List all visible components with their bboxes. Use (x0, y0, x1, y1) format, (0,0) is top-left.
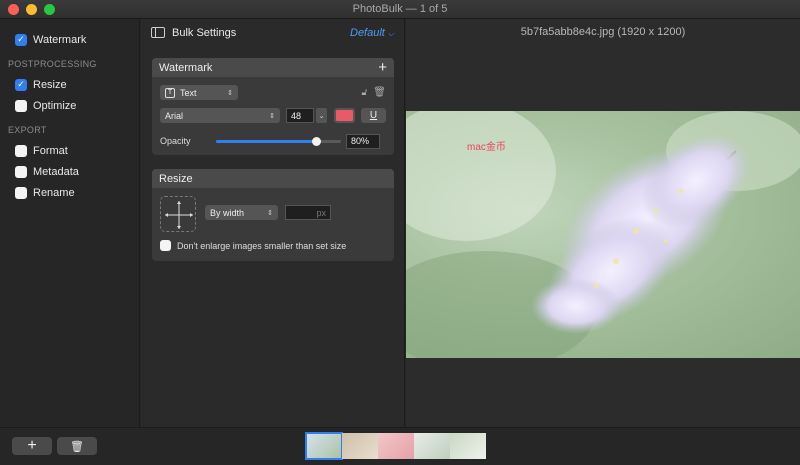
unlock-icon[interactable]: 🔓︎ (361, 87, 367, 98)
chevron-down-icon: ⌵ (387, 28, 394, 38)
dont-enlarge-checkbox[interactable] (160, 240, 171, 251)
resize-panel-title: Resize (159, 172, 193, 185)
sidebar-item-label: Resize (33, 78, 67, 91)
plus-icon: + (27, 437, 37, 454)
thumbnail[interactable] (342, 433, 378, 459)
font-size-dropdown[interactable]: ⌄ (316, 108, 327, 123)
format-checkbox[interactable] (15, 144, 27, 157)
preview-image[interactable]: mac金币 (406, 111, 800, 358)
resize-mode-select[interactable]: By width ⇕ (205, 205, 278, 220)
underline-button[interactable]: U (361, 108, 386, 123)
sidebar: ✓ Watermark POSTPROCESSING ✓ Resize Opti… (0, 19, 140, 427)
remove-images-button[interactable]: 🗑︎ (57, 437, 97, 455)
photobulk-window: PhotoBulk — 1 of 5 ✓ Watermark POSTPROCE… (0, 0, 800, 465)
preset-dropdown[interactable]: Default ⌵ (350, 27, 394, 39)
thumbnail[interactable] (450, 433, 486, 459)
flower-photo (406, 111, 800, 358)
rename-checkbox[interactable] (15, 186, 27, 199)
window-title: PhotoBulk — 1 of 5 (352, 3, 448, 15)
add-watermark-button[interactable]: + (378, 60, 387, 75)
color-picker[interactable] (334, 108, 355, 123)
watermark-type-value: Text (180, 87, 197, 98)
opacity-slider-knob[interactable] (311, 137, 321, 146)
font-value: Arial (165, 110, 184, 121)
thumbnail-strip (305, 432, 486, 460)
window-controls (8, 4, 55, 15)
watermark-text-preview[interactable]: mac金币 (467, 138, 506, 153)
opacity-value[interactable]: 80% (346, 133, 380, 149)
watermark-panel-header: Watermark + (152, 58, 394, 77)
resize-arrows-icon (160, 196, 196, 232)
sidebar-item-metadata[interactable]: Metadata (0, 161, 139, 182)
preview-filename: 5b7fa5abb8e4c.jpg (1920 x 1200) (520, 26, 686, 38)
resize-panel: Resize By width ⇕ px Don't enlarge image… (152, 169, 394, 261)
watermark-panel-title: Watermark (159, 61, 213, 74)
opacity-slider-fill (216, 140, 316, 143)
optimize-checkbox[interactable] (15, 99, 27, 112)
settings-header: Bulk Settings Default ⌵ (141, 19, 404, 46)
sidebar-item-label: Format (33, 144, 68, 157)
dont-enlarge-label: Don't enlarge images smaller than set si… (177, 240, 347, 251)
updown-chevron-icon: ⇕ (227, 89, 233, 97)
watermark-type-select[interactable]: T Text ⇕ (160, 85, 238, 100)
font-select[interactable]: Arial ⇕ (160, 108, 280, 123)
watermark-panel: Watermark + T Text ⇕ 🔓︎ 🗑︎ Arial ⇕ 48 ⌄ (152, 58, 394, 155)
sidebar-item-resize[interactable]: ✓ Resize (0, 74, 139, 95)
sidebar-item-optimize[interactable]: Optimize (0, 95, 139, 116)
settings-title: Bulk Settings (172, 26, 237, 39)
sidebar-item-label: Rename (33, 186, 75, 199)
trash-icon: 🗑︎ (70, 440, 84, 453)
opacity-slider[interactable] (216, 137, 341, 146)
updown-chevron-icon: ⇕ (267, 209, 273, 217)
resize-mode-value: By width (210, 207, 245, 218)
close-button[interactable] (8, 4, 19, 15)
trash-icon[interactable]: 🗑︎ (373, 87, 386, 98)
sidebar-item-label: Watermark (33, 33, 87, 46)
section-postprocessing: POSTPROCESSING (8, 59, 97, 69)
resize-checkbox[interactable]: ✓ (15, 78, 27, 91)
sidebar-item-label: Optimize (33, 99, 77, 112)
add-images-button[interactable]: + (12, 437, 52, 455)
watermark-checkbox[interactable]: ✓ (15, 33, 27, 46)
resize-width-input[interactable]: px (285, 205, 331, 220)
preview-area: 5b7fa5abb8e4c.jpg (1920 x 1200) mac金币 (406, 19, 800, 427)
thumbnail[interactable] (305, 432, 343, 460)
preset-label: Default (350, 26, 385, 39)
color-swatch (336, 110, 353, 121)
sidebar-item-rename[interactable]: Rename (0, 182, 139, 203)
resize-panel-header: Resize (152, 169, 394, 188)
text-type-icon: T (165, 87, 175, 98)
metadata-checkbox[interactable] (15, 165, 27, 178)
sidebar-toggle-icon[interactable] (151, 27, 165, 38)
font-size-input[interactable]: 48 (286, 108, 314, 123)
resize-unit: px (316, 207, 326, 218)
resize-arrows-svg (165, 201, 193, 229)
opacity-label: Opacity (160, 136, 191, 146)
settings-panel: Bulk Settings Default ⌵ Watermark + T Te… (141, 19, 405, 427)
thumbnail[interactable] (414, 433, 450, 459)
title-bar: PhotoBulk — 1 of 5 (0, 0, 800, 19)
sidebar-item-format[interactable]: Format (0, 140, 139, 161)
updown-chevron-icon: ⇕ (269, 112, 275, 120)
section-export: EXPORT (8, 125, 47, 135)
thumbnail[interactable] (378, 433, 414, 459)
sidebar-item-watermark[interactable]: ✓ Watermark (0, 29, 139, 50)
zoom-button[interactable] (44, 4, 55, 15)
sidebar-item-label: Metadata (33, 165, 79, 178)
minimize-button[interactable] (26, 4, 37, 15)
bottom-bar: + 🗑︎ (0, 427, 800, 465)
